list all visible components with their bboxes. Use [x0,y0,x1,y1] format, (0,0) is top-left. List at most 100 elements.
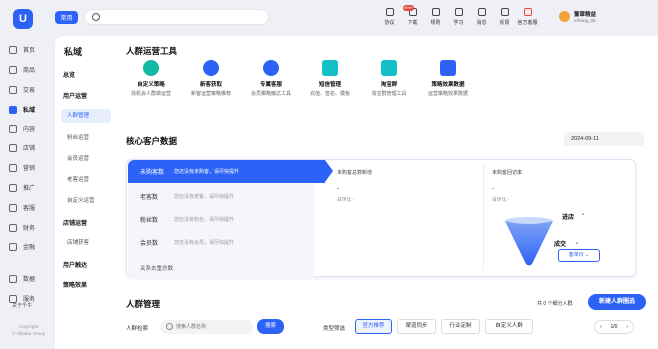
marketing-icon [9,163,17,172]
sidebar-item-promotion[interactable]: 推广 [9,183,35,192]
funnel-value-enter: - [582,212,584,218]
subnav-store-acquisition[interactable]: 店铺获客 [67,238,89,246]
tool-official-service[interactable]: 官方客服 [516,8,539,26]
pagination[interactable]: ‹ 1/0 › [594,320,634,334]
top-tools: 协议 下载 规则 学习 消息 反馈 官方客服 [378,8,539,26]
funnel-label-enter: 进店 [562,215,575,221]
filter-industry[interactable]: 行业定制 [441,319,480,334]
filter-channel-sync[interactable]: 渠道同步 [397,319,436,334]
add-user-icon [203,60,219,76]
mail-icon [322,60,338,76]
tools-section-title: 人群运营工具 [126,46,178,56]
subnav-user-reach[interactable]: 用户触达 [63,260,87,269]
global-search-input[interactable] [84,9,269,25]
sidebar-item-data[interactable]: 数据 [9,274,35,283]
row-old-customer[interactable]: 老客数 您还没有老客，请尽快提升 [128,185,314,208]
about-link[interactable]: 关于千牛 [12,302,32,309]
subnav-group-store-ops[interactable]: 店铺运营 [63,218,87,227]
prev-page-icon[interactable]: ‹ [600,324,602,330]
search-icon [92,13,100,21]
home-icon [9,45,17,54]
subnav-strategy-effect[interactable]: 策略效果 [63,280,87,289]
tool-protocol[interactable]: 协议 [378,8,401,26]
sidebar-item-private[interactable]: 私域 [9,105,35,114]
subnav-title: 私域 [64,47,83,57]
divider [483,164,484,270]
sidebar-item-store[interactable]: 店铺 [9,143,35,152]
stat-new-unpurchased: 未购客总数新增 - 日环比 - [337,170,373,203]
crowd-search-input[interactable] [176,322,250,332]
row-members[interactable]: 会员数 您还没有会员，请尽快提升 [128,231,314,254]
search-button[interactable]: 搜索 [257,319,284,334]
rules-icon [431,8,440,16]
learn-icon [454,8,463,16]
sidebar-item-home[interactable]: 首页 [9,45,35,54]
promotion-icon [9,183,17,192]
user-name: 董章精益 [574,12,597,18]
sidebar-item-goods[interactable]: 商品 [9,65,35,74]
content-icon [9,124,17,133]
subnav-fans-ops[interactable]: 粉丝运营 [67,133,89,141]
date-picker[interactable]: 2024-09-11 [564,132,644,146]
search-icon [166,323,173,330]
tool-card-sms[interactable]: 短信管理 充值、签名、模板 [300,60,360,97]
filter-official[interactable]: 官方推荐 [355,319,392,334]
notification-badge: 999+ [403,5,414,11]
crowd-count: 共 0 个细分人群 [537,301,573,307]
sub-navigation: 私域 总览 用户运营 人群管理 粉丝运营 会员运营 老客运营 自定义运营 店铺运… [55,36,116,349]
subnav-custom-ops[interactable]: 自定义运营 [67,196,95,204]
filter-custom[interactable]: 自定义人群 [485,319,533,334]
tool-card-strategy-data[interactable]: 策略效果数据 运营策略效果数据 [418,60,478,97]
strategy-icon [143,60,159,76]
message-icon [477,8,486,16]
data-icon [9,274,17,283]
trade-icon [9,85,17,94]
sidebar-item-content[interactable]: 内容 [9,124,35,133]
sidebar-item-banking[interactable]: 金融 [9,242,35,251]
common-chip[interactable]: 常用 [55,11,78,24]
dedup-total-label: 关系去重总数 [140,266,174,272]
sidebar-item-service[interactable]: 客服 [9,203,35,212]
subnav-overview[interactable]: 总览 [63,70,75,79]
next-page-icon[interactable]: › [626,324,628,330]
unit-price-dropdown[interactable]: 客单价 ⌄ [558,249,600,262]
row-fans[interactable]: 粉丝数 您还没有粉丝，请尽快提升 [128,208,314,231]
customer-type-list: 未购客数 您还没有未购客，请尽快提升 老客数 您还没有老客，请尽快提升 粉丝数 您还没… [128,160,333,278]
row-unpurchased[interactable]: 未购客数 您还没有未购客，请尽快提升 [128,160,333,183]
tool-feedback[interactable]: 反馈 [493,8,516,26]
finance-icon [9,223,17,232]
subnav-group-user-ops[interactable]: 用户运营 [63,91,87,100]
tool-messages[interactable]: 消息 [470,8,493,26]
sidebar-item-trade[interactable]: 交易 [9,85,35,94]
avatar [559,11,570,22]
sidebar-item-finance[interactable]: 财务 [9,223,35,232]
headset-icon [9,203,17,212]
chart-icon [440,60,456,76]
stat-revisit-rate: 未购客回访率 - 日环比 - [492,170,523,203]
subnav-old-customer-ops[interactable]: 老客运营 [67,175,89,183]
sidebar-item-marketing[interactable]: 营销 [9,163,35,172]
copyright: Copyright © Alibaba Group [12,324,46,336]
user-account: erhong_06 [574,18,596,23]
service-face-icon [263,60,279,76]
tool-card-new-customer[interactable]: 新客获取 新客运营策略推荐 [181,60,241,97]
subnav-crowd-management[interactable]: 人群管理 [61,109,111,123]
crowd-search-field[interactable] [160,320,253,334]
crowd-management-title: 人群管理 [126,299,161,309]
group-mail-icon [381,60,397,76]
tool-card-custom-strategy[interactable]: 自定义策略 找机会人群做运营 [121,60,181,97]
main-content: 人群运营工具 自定义策略 找机会人群做运营 新客获取 新客运营策略推荐 专属客服 会员… [116,36,658,349]
user-menu[interactable]: 董章精益 erhong_06 [559,10,596,23]
funnel-graphic [505,217,553,266]
tool-rules[interactable]: 规则 [424,8,447,26]
subnav-member-ops[interactable]: 会员运营 [67,154,89,162]
feedback-icon [500,8,509,16]
tool-card-exclusive-service[interactable]: 专属客服 会员策略触达工具 [241,60,301,97]
new-crowd-button[interactable]: 新建人群圈选 [588,294,646,310]
goods-icon [9,65,17,74]
banking-icon [9,242,17,251]
tool-learn[interactable]: 学习 [447,8,470,26]
funnel-value-deal: - [576,241,578,247]
tool-card-taobao-group[interactable]: 淘宝群 淘宝群管理工具 [359,60,419,97]
app-logo[interactable]: U [13,9,33,29]
